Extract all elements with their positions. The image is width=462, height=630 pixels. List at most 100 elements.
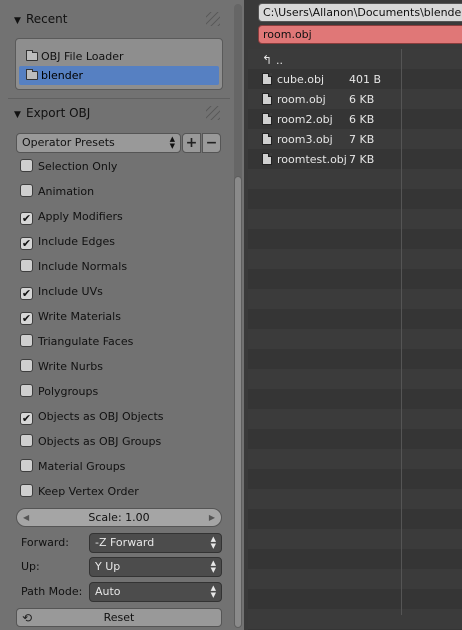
reset-label: Reset	[103, 611, 135, 624]
file-browser: C:\Users\Allanon\Documents\blender\ room…	[248, 0, 462, 630]
checkbox-unchecked-icon[interactable]	[20, 334, 33, 347]
checkbox-checked-icon[interactable]: ✔	[20, 212, 33, 225]
option-apply-modifiers[interactable]: ✔ Apply Modifiers	[20, 208, 220, 226]
recent-section-header[interactable]: ▼ Recent	[14, 8, 226, 30]
checkbox-checked-icon[interactable]: ✔	[20, 312, 33, 325]
file-row[interactable]: room3.obj 7 KB	[262, 130, 374, 150]
checkbox-checked-icon[interactable]: ✔	[20, 287, 33, 300]
forward-axis-dropdown[interactable]: -Z Forward ▲ ▼	[89, 533, 222, 553]
up-label: Up:	[21, 560, 40, 573]
path-mode-label: Path Mode:	[21, 585, 83, 598]
option-label: Material Groups	[38, 460, 126, 473]
checkbox-unchecked-icon[interactable]	[20, 184, 33, 197]
parent-directory-row[interactable]: ↰..	[262, 50, 283, 70]
file-row[interactable]: roomtest.obj 7 KB	[262, 150, 374, 170]
folder-icon	[26, 50, 38, 61]
file-name: cube.obj	[277, 73, 325, 86]
checkbox-unchecked-icon[interactable]	[20, 159, 33, 172]
option-label: Include Edges	[38, 235, 115, 248]
checkbox-unchecked-icon[interactable]	[20, 484, 33, 497]
minus-icon: −	[205, 135, 218, 151]
path-mode-value: Auto	[95, 585, 121, 598]
file-name: roomtest.obj	[277, 153, 347, 166]
option-label: Animation	[38, 185, 95, 198]
checkbox-unchecked-icon[interactable]	[20, 459, 33, 472]
checkbox-unchecked-icon[interactable]	[20, 384, 33, 397]
export-obj-section-header[interactable]: ▼ Export OBJ	[14, 102, 226, 124]
checkbox-unchecked-icon[interactable]	[20, 434, 33, 447]
increment-arrow-icon[interactable]: ▶	[209, 509, 215, 526]
option-label: Include Normals	[38, 260, 128, 273]
option-selection-only[interactable]: Selection Only	[20, 158, 220, 176]
recent-section-title: Recent	[26, 12, 68, 26]
collapse-arrow-icon: ▼	[14, 16, 21, 26]
column-divider	[401, 49, 402, 615]
file-size: 7 KB	[349, 153, 375, 166]
file-size: 6 KB	[349, 113, 375, 126]
option-label: Objects as OBJ Groups	[38, 435, 162, 448]
file-icon	[262, 113, 272, 125]
file-row[interactable]: room2.obj 6 KB	[262, 110, 374, 130]
option-label: Triangulate Faces	[38, 335, 134, 348]
checkbox-unchecked-icon[interactable]	[20, 259, 33, 272]
up-axis-dropdown[interactable]: Y Up ▲ ▼	[89, 557, 222, 577]
updown-arrows-icon: ▲ ▼	[210, 584, 216, 599]
file-name: room2.obj	[277, 113, 333, 126]
recent-item-label: OBJ File Loader	[41, 50, 124, 63]
option-write-nurbs[interactable]: Write Nurbs	[20, 358, 220, 376]
option-material-groups[interactable]: Material Groups	[20, 458, 220, 476]
drag-grip-icon[interactable]	[206, 12, 220, 26]
file-icon	[262, 133, 272, 145]
file-size: 401 B	[349, 73, 382, 86]
checkbox-checked-icon[interactable]: ✔	[20, 412, 33, 425]
option-polygroups[interactable]: Polygroups	[20, 383, 220, 401]
scale-value: Scale: 1.00	[88, 511, 150, 524]
updown-arrows-icon: ▲ ▼	[169, 135, 175, 150]
recent-item-blender[interactable]: blender	[19, 66, 219, 85]
file-name: room.obj	[277, 93, 326, 106]
section-divider	[8, 98, 230, 99]
option-write-materials[interactable]: ✔ Write Materials	[20, 308, 220, 326]
directory-path-field[interactable]: C:\Users\Allanon\Documents\blender\	[258, 3, 462, 22]
file-row[interactable]: room.obj 6 KB	[262, 90, 374, 110]
collapse-arrow-icon: ▼	[14, 110, 21, 120]
filename-field[interactable]: room.obj	[258, 25, 462, 44]
updown-arrows-icon: ▲ ▼	[210, 559, 216, 574]
file-size: 6 KB	[349, 93, 375, 106]
option-keep-vertex-order[interactable]: Keep Vertex Order	[20, 483, 220, 501]
option-animation[interactable]: Animation	[20, 183, 220, 201]
scrollbar-thumb[interactable]	[234, 176, 242, 628]
scale-slider[interactable]: ◀ Scale: 1.00 ▶	[16, 508, 222, 527]
path-mode-dropdown[interactable]: Auto ▲ ▼	[89, 582, 222, 602]
option-triangulate-faces[interactable]: Triangulate Faces	[20, 333, 220, 351]
remove-preset-button[interactable]: −	[202, 133, 221, 153]
panel-scrollbar[interactable]	[232, 0, 244, 630]
parent-directory-label: ..	[276, 54, 283, 67]
file-row[interactable]: cube.obj 401 B	[262, 70, 381, 90]
checkbox-unchecked-icon[interactable]	[20, 359, 33, 372]
option-objects-as-obj-objects[interactable]: ✔ Objects as OBJ Objects	[20, 408, 220, 426]
add-preset-button[interactable]: +	[182, 133, 201, 153]
drag-grip-icon[interactable]	[206, 106, 220, 120]
recent-item-obj-file-loader[interactable]: OBJ File Loader	[16, 47, 222, 66]
option-label: Apply Modifiers	[38, 210, 123, 223]
decrement-arrow-icon[interactable]: ◀	[23, 509, 29, 526]
reset-button[interactable]: ⟲ Reset	[16, 608, 222, 627]
option-include-normals[interactable]: Include Normals	[20, 258, 220, 276]
forward-axis-value: -Z Forward	[95, 536, 155, 549]
option-include-uvs[interactable]: ✔ Include UVs	[20, 283, 220, 301]
option-label: Keep Vertex Order	[38, 485, 139, 498]
file-size: 7 KB	[349, 133, 375, 146]
file-icon	[262, 153, 272, 165]
recent-list: OBJ File Loader blender	[15, 38, 223, 90]
updown-arrows-icon: ▲ ▼	[210, 535, 216, 550]
operator-presets-dropdown[interactable]: Operator Presets ▲ ▼	[16, 133, 181, 153]
operator-presets-label: Operator Presets	[22, 136, 115, 149]
option-objects-as-obj-groups[interactable]: Objects as OBJ Groups	[20, 433, 220, 451]
reset-icon: ⟲	[22, 611, 33, 625]
checkbox-checked-icon[interactable]: ✔	[20, 237, 33, 250]
option-label: Polygroups	[38, 385, 99, 398]
recent-item-label: blender	[41, 69, 84, 82]
option-include-edges[interactable]: ✔ Include Edges	[20, 233, 220, 251]
file-icon	[262, 73, 272, 85]
